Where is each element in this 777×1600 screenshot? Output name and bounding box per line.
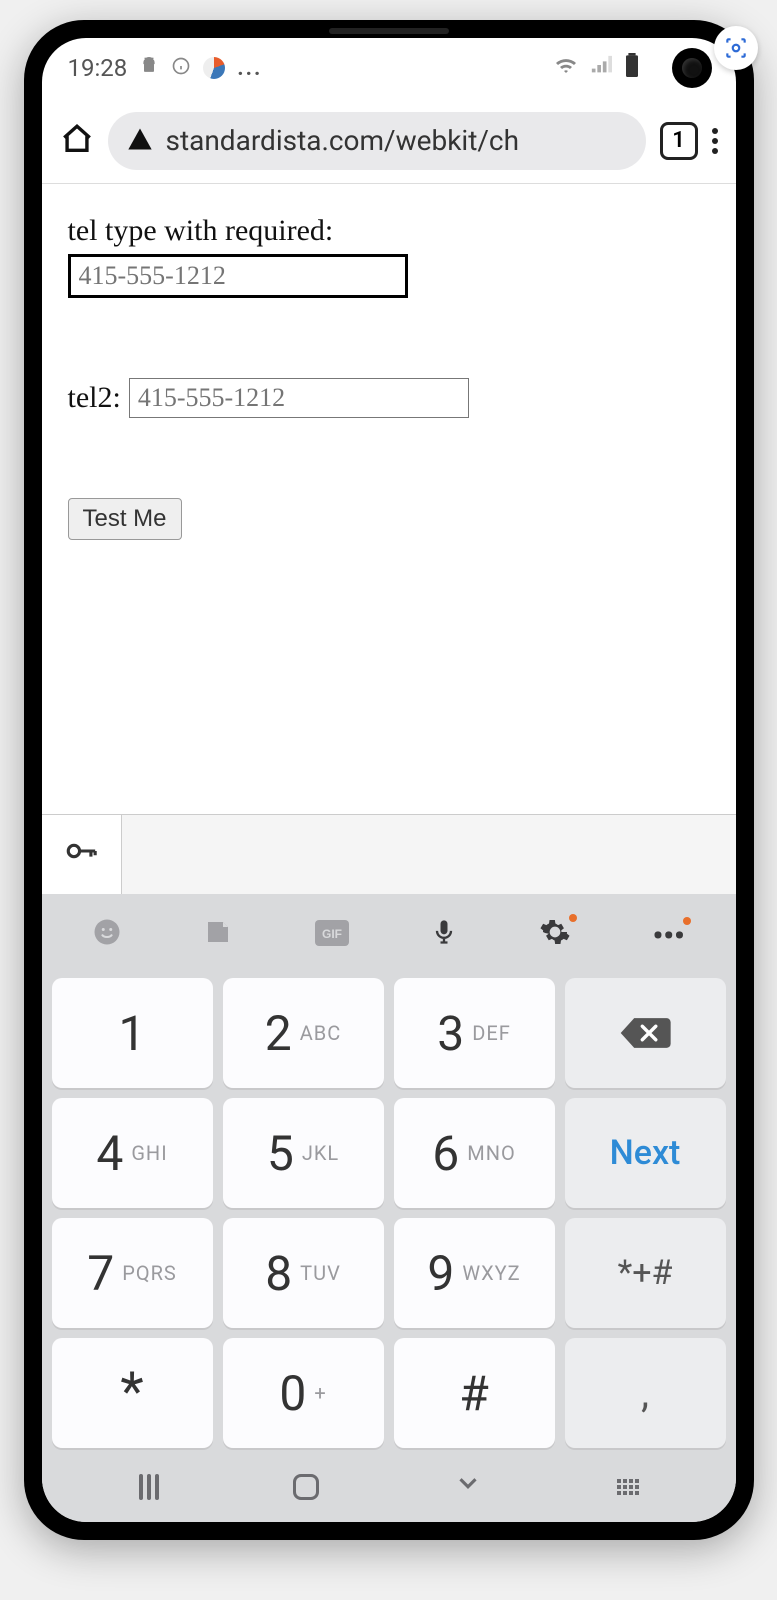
key-3[interactable]: 3DEF bbox=[394, 978, 555, 1088]
more-notifications-icon: ... bbox=[237, 56, 262, 81]
info-icon bbox=[171, 54, 191, 82]
wifi-icon bbox=[554, 53, 578, 83]
suggestion-bar bbox=[42, 814, 736, 894]
key-0[interactable]: 0+ bbox=[223, 1338, 384, 1448]
screen: 19:28 ... bbox=[42, 38, 736, 1522]
keyboard-down-button[interactable] bbox=[453, 1468, 483, 1506]
keyboard-switch-button[interactable] bbox=[617, 1479, 639, 1495]
key-comma[interactable]: , bbox=[565, 1338, 726, 1448]
key-icon bbox=[64, 834, 98, 876]
key-2[interactable]: 2ABC bbox=[223, 978, 384, 1088]
android-icon bbox=[139, 54, 159, 82]
key-1[interactable]: 1 bbox=[52, 978, 213, 1088]
keyboard: GIF ••• 12ABC3DEF 4GHI5JKL6MNONext 7PQRS8T… bbox=[42, 894, 736, 1452]
key-next[interactable]: Next bbox=[565, 1098, 726, 1208]
svg-text:GIF: GIF bbox=[322, 927, 342, 941]
browser-toolbar: standardista.com/webkit/ch 1 bbox=[42, 98, 736, 184]
google-lens-button[interactable] bbox=[714, 26, 758, 70]
suggestion-empty bbox=[122, 815, 736, 894]
battery-icon bbox=[624, 53, 640, 83]
site-security-warning-icon bbox=[126, 125, 154, 157]
key-backspace[interactable] bbox=[565, 978, 726, 1088]
key-4[interactable]: 4GHI bbox=[52, 1098, 213, 1208]
home-icon[interactable] bbox=[60, 122, 94, 160]
tel-required-input[interactable] bbox=[68, 254, 408, 298]
tab-switcher-button[interactable]: 1 bbox=[660, 122, 698, 160]
signal-icon bbox=[590, 54, 612, 82]
key-hash[interactable]: # bbox=[394, 1338, 555, 1448]
recents-button[interactable] bbox=[139, 1474, 159, 1500]
url-text: standardista.com/webkit/ch bbox=[166, 124, 520, 157]
key-9[interactable]: 9WXYZ bbox=[394, 1218, 555, 1328]
emoji-button[interactable] bbox=[92, 917, 122, 955]
swirl-app-icon bbox=[203, 57, 225, 79]
clock: 19:28 bbox=[68, 54, 128, 82]
tab-count: 1 bbox=[672, 128, 685, 153]
browser-menu-button[interactable] bbox=[712, 128, 718, 154]
tel2-input[interactable] bbox=[129, 378, 469, 418]
key-6[interactable]: 6MNO bbox=[394, 1098, 555, 1208]
mic-button[interactable] bbox=[430, 915, 458, 957]
keyboard-more-button[interactable]: ••• bbox=[652, 919, 684, 954]
url-bar[interactable]: standardista.com/webkit/ch bbox=[108, 112, 646, 170]
home-button[interactable] bbox=[293, 1474, 319, 1500]
status-bar: 19:28 ... bbox=[42, 38, 736, 98]
password-key-button[interactable] bbox=[42, 815, 122, 894]
keyboard-toolbar: GIF ••• bbox=[52, 904, 726, 968]
gif-button[interactable]: GIF bbox=[315, 919, 349, 954]
sticker-button[interactable] bbox=[203, 917, 233, 955]
key-5[interactable]: 5JKL bbox=[223, 1098, 384, 1208]
test-me-button[interactable]: Test Me bbox=[68, 498, 182, 540]
key-8[interactable]: 8TUV bbox=[223, 1218, 384, 1328]
web-page-content: tel type with required: tel2: Test Me bbox=[42, 184, 736, 814]
key-symbols[interactable]: *+# bbox=[565, 1218, 726, 1328]
key-7[interactable]: 7PQRS bbox=[52, 1218, 213, 1328]
phone-frame: 19:28 ... bbox=[24, 20, 754, 1540]
keyboard-settings-button[interactable] bbox=[539, 916, 571, 956]
tel2-label: tel2: bbox=[68, 381, 121, 415]
key-star[interactable]: * bbox=[52, 1338, 213, 1448]
tel-required-label: tel type with required: bbox=[68, 214, 710, 248]
system-nav-bar bbox=[42, 1452, 736, 1522]
